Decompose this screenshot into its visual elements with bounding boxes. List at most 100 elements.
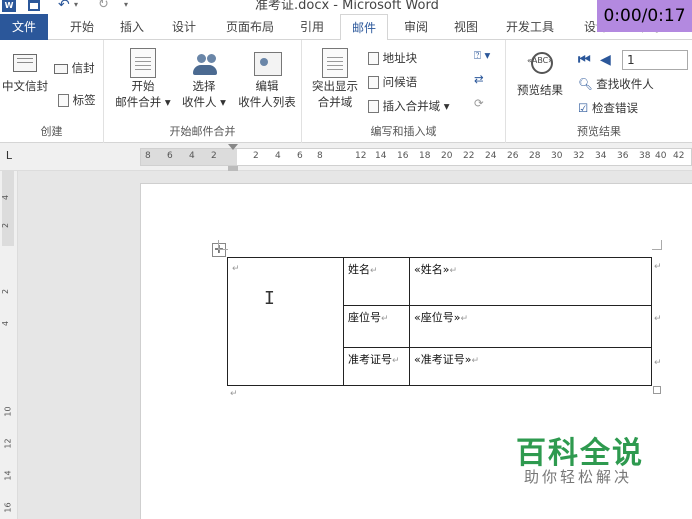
watermark-subtitle: 助你轻松解决 [524, 468, 633, 486]
first-record-icon: ⏮ [578, 52, 591, 68]
ruler-number: 30 [551, 151, 563, 161]
ruler-number: 36 [617, 151, 629, 161]
tab-page-layout[interactable]: 页面布局 [216, 14, 284, 40]
rules-button[interactable]: ⍰ ▾ [474, 48, 490, 63]
start-mail-merge-button[interactable]: 开始 邮件合并 ▾ [114, 48, 172, 110]
photo-cell[interactable]: ↵ [227, 257, 344, 386]
admission-ticket-table[interactable]: ↵ 姓名↵ «姓名»↵ 座位号↵ «座位号»↵ 准考证号↵ «准考证号»↵ [227, 257, 652, 386]
envelope-icon [13, 54, 37, 72]
tab-home[interactable]: 开始 [62, 14, 102, 40]
crop-mark-top-right [652, 240, 662, 250]
address-block-button[interactable]: 地址块 [368, 50, 417, 66]
cell-mark: ↵ [392, 356, 400, 366]
label-cell[interactable]: 姓名↵ [343, 257, 410, 306]
highlight-label-2: 合并域 [317, 95, 353, 109]
edit-recipient-list-button[interactable]: 编辑 收件人列表 [234, 48, 300, 110]
tab-design[interactable]: 设计 [164, 14, 204, 40]
cell-mark: ↵ [449, 266, 458, 276]
find-recipient-button[interactable]: 🔍︎ 查找收件人 [578, 76, 654, 92]
envelope-small-icon [54, 63, 68, 74]
document-title: 准考证.docx - Microsoft Word [255, 0, 439, 13]
labels-button[interactable]: 标签 [58, 92, 96, 108]
ruler-number: 4 [275, 151, 281, 161]
start-merge-label-2: 邮件合并 [115, 95, 162, 109]
find-recipient-label: 查找收件人 [596, 77, 654, 91]
ruler-number: 32 [573, 151, 585, 161]
field-cell[interactable]: «座位号»↵ [409, 305, 652, 348]
label-cell[interactable]: 准考证号↵ [343, 347, 410, 386]
greeting-line-label: 问候语 [382, 75, 418, 89]
preview-results-button[interactable]: «ABC» 预览结果 [508, 50, 572, 97]
record-number-input[interactable]: 1 [622, 50, 688, 70]
group-create-label: 创建 [40, 125, 63, 138]
title-bar: W ↶ ▾ ↻ ▾ 准考证.docx - Microsoft Word [0, 0, 692, 14]
field-cell[interactable]: «准考证号»↵ [409, 347, 652, 386]
ruler-number: 38 [639, 151, 651, 161]
update-labels-button[interactable]: ⟳ [474, 96, 484, 110]
redo-icon[interactable]: ↻ [98, 0, 112, 12]
vertical-ruler[interactable]: 4 2 2 4 10 12 14 16 [0, 171, 18, 519]
greeting-line-icon [368, 76, 379, 89]
select-label-2: 收件人 [182, 95, 217, 109]
ruler-number: 24 [485, 151, 497, 161]
insert-merge-field-button[interactable]: 插入合并域 ▾ [368, 98, 450, 114]
indent-marker[interactable] [228, 144, 238, 172]
chinese-envelope-button[interactable]: 中文信封 [0, 54, 50, 93]
save-icon[interactable] [28, 0, 40, 11]
ruler-number: 28 [529, 151, 541, 161]
first-record-button[interactable]: ⏮ [578, 52, 591, 68]
magnifier-abc-icon: «ABC» [521, 50, 559, 76]
vruler-number: 12 [3, 438, 13, 449]
edit-list-icon [252, 48, 282, 78]
ruler-number: 8 [317, 151, 323, 161]
ruler-number: 40 [655, 151, 667, 161]
tab-references[interactable]: 引用 [292, 14, 332, 40]
horizontal-ruler-area: L 8 6 4 2 2 4 6 8 12 14 16 18 20 22 24 2… [0, 143, 692, 171]
table-resize-handle[interactable] [653, 386, 661, 394]
cell-mark: ↵ [471, 356, 480, 366]
tab-selector-button[interactable]: L [2, 149, 16, 163]
labels-icon [58, 94, 69, 107]
insert-merge-field-label: 插入合并域 [382, 99, 441, 113]
vruler-number: 4 [1, 194, 11, 201]
greeting-line-button[interactable]: 问候语 [368, 74, 417, 90]
check-errors-button[interactable]: ☑ 检查错误 [578, 100, 638, 116]
ruler-number: 12 [355, 151, 367, 161]
previous-record-button[interactable]: ◀ [600, 52, 611, 68]
group-write-insert-label: 编写和插入域 [370, 125, 437, 138]
tab-developer[interactable]: 开发工具 [498, 14, 562, 40]
vruler-number: 10 [3, 406, 13, 417]
tab-review[interactable]: 审阅 [396, 14, 436, 40]
horizontal-ruler[interactable]: 8 6 4 2 2 4 6 8 12 14 16 18 20 22 24 26 … [140, 148, 692, 166]
label-name: 姓名 [348, 263, 370, 276]
highlight-label-1: 突出显示 [312, 79, 358, 93]
envelope-button[interactable]: 信封 [54, 60, 95, 76]
ruler-number: 8 [145, 151, 151, 161]
ribbon-tabs: 文件 开始 插入 设计 页面布局 引用 邮件 审阅 视图 开发工具 设计 布局 [0, 14, 692, 41]
tab-mailings[interactable]: 邮件 [340, 14, 388, 41]
tab-file[interactable]: 文件 [0, 14, 48, 40]
rules-icon: ⍰ [474, 48, 481, 62]
row-end-mark: ↵ [654, 358, 662, 368]
ruler-number: 2 [253, 151, 259, 161]
crop-mark-top-left [218, 240, 228, 250]
tab-insert[interactable]: 插入 [112, 14, 152, 40]
undo-dropdown-icon[interactable]: ▾ [74, 0, 88, 12]
field-cell[interactable]: «姓名»↵ [409, 257, 652, 306]
group-create: 中文信封 信封 标签 创建 [0, 40, 104, 143]
highlight-merge-fields-button[interactable]: 突出显示 合并域 [306, 48, 364, 110]
ruler-number: 14 [375, 151, 387, 161]
customize-qat-icon[interactable]: ▾ [124, 0, 138, 12]
label-cell[interactable]: 座位号↵ [343, 305, 410, 348]
find-recipient-icon: 🔍︎ [578, 77, 593, 91]
match-fields-button[interactable]: ⇄ [474, 72, 484, 86]
tab-view[interactable]: 视图 [446, 14, 486, 40]
previous-record-icon: ◀ [600, 52, 611, 68]
vruler-number: 4 [1, 320, 11, 327]
undo-icon[interactable]: ↶ [58, 0, 72, 12]
ruler-number: 26 [507, 151, 519, 161]
select-recipients-button[interactable]: 选择 收件人 ▾ [176, 48, 232, 110]
vruler-number: 16 [3, 502, 13, 513]
vruler-margin-shade [2, 171, 14, 246]
ruler-number: 42 [673, 151, 685, 161]
